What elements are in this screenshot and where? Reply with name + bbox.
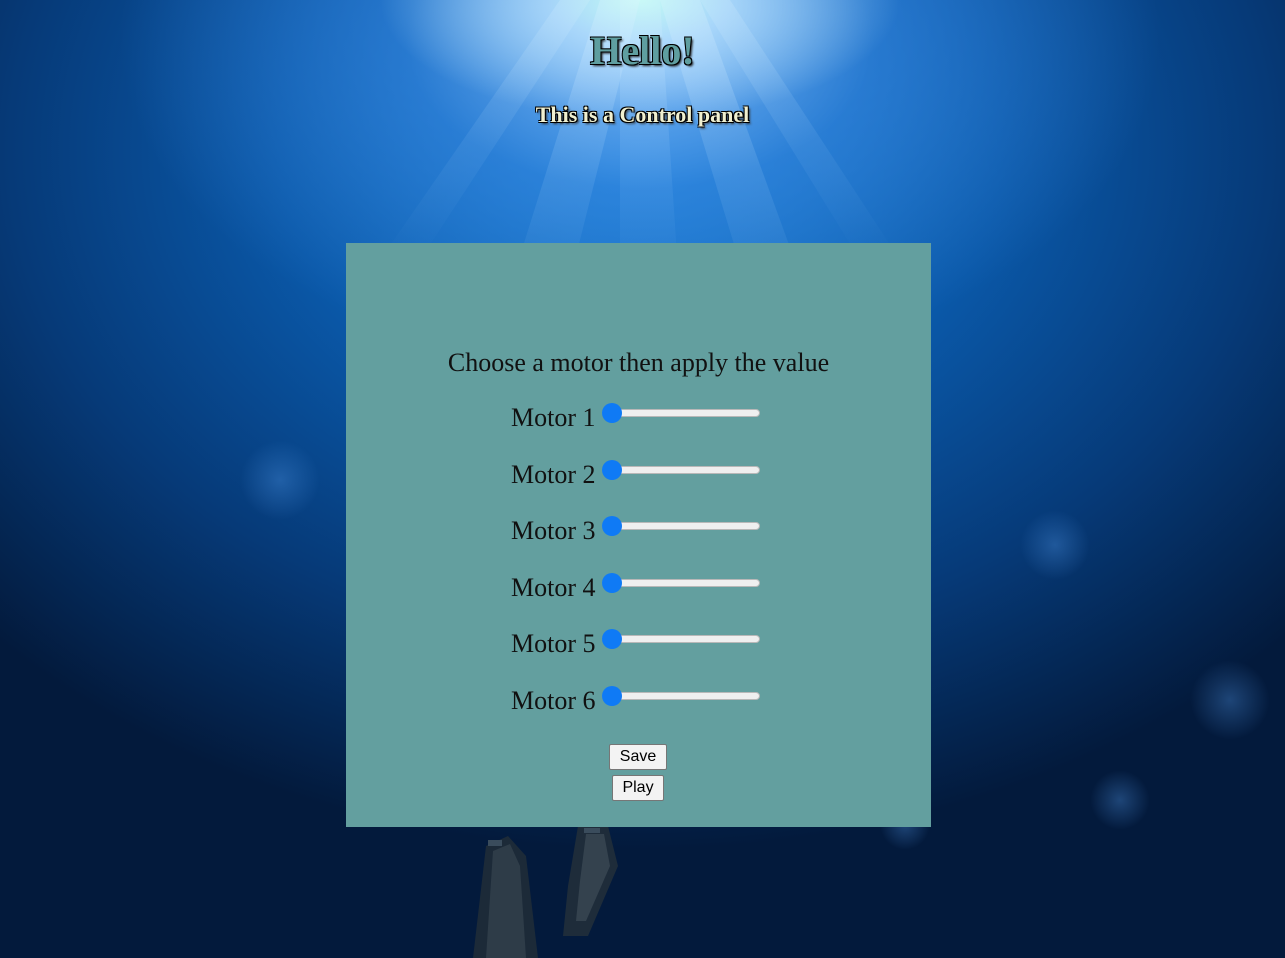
motor-label: Motor 2 [511, 460, 596, 489]
control-panel: Choose a motor then apply the value Moto… [346, 243, 931, 827]
motor-6-slider[interactable] [602, 686, 760, 708]
bokeh-light [240, 440, 320, 520]
slider-track [602, 635, 760, 643]
slider-thumb[interactable] [602, 403, 622, 423]
motor-2-slider[interactable] [602, 460, 760, 482]
slider-thumb[interactable] [602, 516, 622, 536]
play-button[interactable]: Play [612, 775, 664, 801]
slider-track [602, 466, 760, 474]
slider-thumb[interactable] [602, 686, 622, 706]
robot-hand-image [473, 826, 618, 958]
motor-label: Motor 4 [511, 573, 596, 602]
motor-row: Motor 3 [511, 516, 771, 546]
bokeh-light [1020, 510, 1090, 580]
page-title: Hello! [590, 28, 695, 73]
motor-row: Motor 6 [511, 686, 771, 716]
motor-label: Motor 6 [511, 686, 596, 715]
motor-row: Motor 5 [511, 629, 771, 659]
bokeh-light [1190, 660, 1270, 740]
motor-4-slider[interactable] [602, 573, 760, 595]
slider-track [602, 409, 760, 417]
motor-row: Motor 4 [511, 573, 771, 603]
slider-track [602, 579, 760, 587]
slider-thumb[interactable] [602, 629, 622, 649]
motor-label: Motor 1 [511, 403, 596, 432]
slider-thumb[interactable] [602, 460, 622, 480]
motor-5-slider[interactable] [602, 629, 760, 651]
slider-track [602, 522, 760, 530]
slider-thumb[interactable] [602, 573, 622, 593]
motor-3-slider[interactable] [602, 516, 760, 538]
save-button[interactable]: Save [609, 744, 667, 770]
motor-1-slider[interactable] [602, 403, 760, 425]
motor-label: Motor 5 [511, 629, 596, 658]
motor-label: Motor 3 [511, 516, 596, 545]
page-subtitle: This is a Control panel [535, 102, 750, 127]
instructions-text: Choose a motor then apply the value [447, 348, 830, 377]
motor-row: Motor 2 [511, 460, 771, 490]
motor-row: Motor 1 [511, 403, 771, 433]
bokeh-light [1090, 770, 1150, 830]
slider-track [602, 692, 760, 700]
